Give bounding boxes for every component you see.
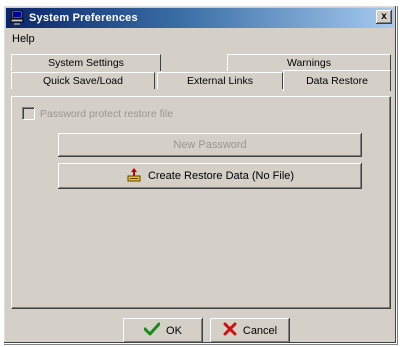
restore-icon	[126, 167, 142, 186]
title-bar[interactable]: System Preferences x	[6, 8, 394, 28]
password-protect-option[interactable]: Password protect restore file	[22, 107, 173, 120]
close-icon: x	[381, 11, 387, 22]
tab-data-restore-label: Data Restore	[306, 75, 368, 87]
tab-system-settings[interactable]: System Settings	[11, 54, 161, 71]
cancel-x-icon	[223, 322, 237, 339]
close-button[interactable]: x	[376, 10, 392, 24]
data-restore-panel: Password protect restore file New Passwo…	[11, 96, 391, 309]
password-protect-checkbox[interactable]	[22, 107, 35, 120]
menu-bar: Help	[6, 30, 394, 48]
app-icon	[9, 10, 25, 26]
cancel-label: Cancel	[242, 324, 278, 337]
tab-system-settings-label: System Settings	[48, 57, 124, 69]
menu-item-help[interactable]: Help	[6, 33, 41, 45]
tab-external-links[interactable]: External Links	[157, 72, 283, 89]
new-password-button[interactable]: New Password	[58, 133, 362, 157]
ok-button[interactable]: OK	[123, 318, 203, 343]
checkmark-icon	[143, 322, 161, 339]
tab-quick-save-load-label: Quick Save/Load	[43, 75, 123, 87]
password-protect-label: Password protect restore file	[40, 107, 174, 120]
cancel-button[interactable]: Cancel	[210, 318, 290, 343]
create-restore-data-button[interactable]: Create Restore Data (No File)	[58, 163, 362, 189]
tab-quick-save-load[interactable]: Quick Save/Load	[11, 72, 155, 89]
tab-data-restore[interactable]: Data Restore	[283, 70, 391, 91]
tab-warnings-label: Warnings	[287, 57, 331, 69]
menu-item-help-label: Help	[12, 33, 35, 45]
window-title: System Preferences	[29, 12, 138, 24]
new-password-label: New Password	[173, 139, 247, 151]
tab-strip: System Settings Warnings Quick Save/Load…	[11, 50, 391, 96]
system-preferences-window: System Preferences x Help System Setting…	[3, 5, 397, 344]
create-restore-label: Create Restore Data (No File)	[147, 170, 295, 182]
tab-warnings[interactable]: Warnings	[227, 54, 391, 71]
ok-label: OK	[166, 324, 182, 337]
tab-external-links-label: External Links	[187, 75, 253, 87]
